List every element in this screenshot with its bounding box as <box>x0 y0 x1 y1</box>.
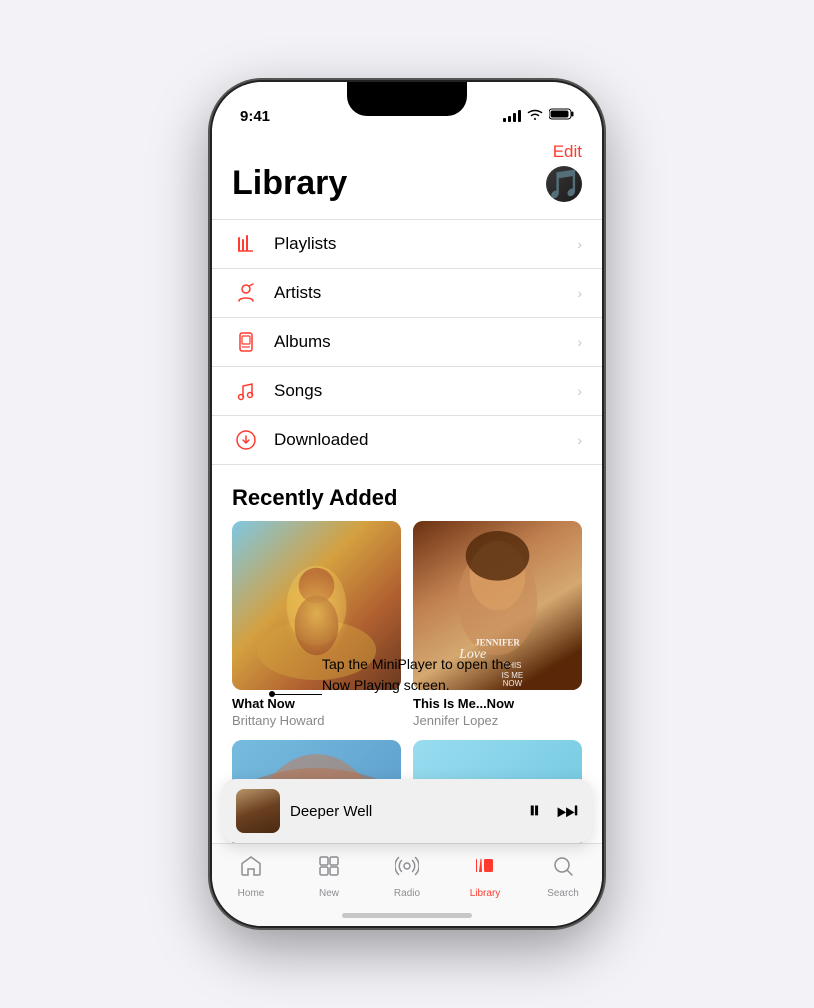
home-tab-label: Home <box>238 888 265 899</box>
album-artist-what-now: Brittany Howard <box>232 713 401 728</box>
edit-button[interactable]: Edit <box>553 142 582 162</box>
mini-player-art <box>236 789 280 833</box>
search-tab-label: Search <box>547 888 579 899</box>
playlists-icon <box>232 233 260 255</box>
radio-tab-icon <box>395 854 419 884</box>
mini-player-title: Deeper Well <box>290 803 528 820</box>
album-card-what-now[interactable]: What Now Brittany Howard <box>232 521 401 728</box>
notch <box>347 82 467 116</box>
library-item-albums[interactable]: Albums › <box>212 318 602 367</box>
library-tab-icon <box>473 854 497 884</box>
page-title: Library <box>232 164 347 203</box>
albums-icon <box>232 331 260 353</box>
new-tab-label: New <box>319 888 339 899</box>
artists-label: Artists <box>274 283 577 303</box>
svg-text:JENNIFER: JENNIFER <box>475 637 520 647</box>
avatar[interactable]: 🎵 <box>546 166 582 202</box>
home-indicator <box>342 913 472 918</box>
pause-button[interactable]: ⏸ <box>528 797 540 825</box>
artists-chevron: › <box>577 285 582 301</box>
songs-icon <box>232 380 260 402</box>
album-name-what-now: What Now <box>232 696 401 713</box>
songs-label: Songs <box>274 381 577 401</box>
albums-chevron: › <box>577 334 582 350</box>
tab-library[interactable]: Library <box>446 854 524 899</box>
battery-icon <box>549 107 574 125</box>
tab-search[interactable]: Search <box>524 854 602 899</box>
library-header: Edit Library 🎵 <box>212 142 602 203</box>
status-icons <box>503 107 574 125</box>
album-artist-this-is-me: Jennifer Lopez <box>413 713 582 728</box>
status-bar: 9:41 <box>212 82 602 136</box>
library-item-playlists[interactable]: Playlists › <box>212 220 602 269</box>
mini-player-controls: ⏸ ⏭ <box>528 797 578 825</box>
content-area: Edit Library 🎵 <box>212 136 602 843</box>
home-tab-icon <box>239 854 263 884</box>
forward-button[interactable]: ⏭ <box>556 797 578 825</box>
library-list: Playlists › Artists › <box>212 219 602 465</box>
downloaded-label: Downloaded <box>274 430 577 450</box>
tab-new[interactable]: New <box>290 854 368 899</box>
artists-icon <box>232 282 260 304</box>
search-tab-icon <box>551 854 575 884</box>
playlists-chevron: › <box>577 236 582 252</box>
tab-radio[interactable]: Radio <box>368 854 446 899</box>
wifi-icon <box>527 107 543 125</box>
songs-chevron: › <box>577 383 582 399</box>
library-item-songs[interactable]: Songs › <box>212 367 602 416</box>
playlists-label: Playlists <box>274 234 577 254</box>
downloaded-icon <box>232 429 260 451</box>
album-name-this-is-me: This Is Me...Now <box>413 696 582 713</box>
annotation-text: Tap the MiniPlayer to open the Now Playi… <box>322 654 542 696</box>
mini-player[interactable]: Deeper Well ⏸ ⏭ <box>222 779 592 843</box>
radio-tab-label: Radio <box>394 888 420 899</box>
album-card-this-is-me[interactable]: JENNIFER Love THIS IS ME NOW This Is Me.… <box>413 521 582 728</box>
recently-added-header: Recently Added <box>212 465 602 521</box>
library-tab-label: Library <box>470 888 501 899</box>
new-tab-icon <box>317 854 341 884</box>
status-time: 9:41 <box>240 108 270 125</box>
tab-home[interactable]: Home <box>212 854 290 899</box>
downloaded-chevron: › <box>577 432 582 448</box>
signal-icon <box>503 110 521 122</box>
library-item-downloaded[interactable]: Downloaded › <box>212 416 602 465</box>
annotation: Tap the MiniPlayer to open the Now Playi… <box>322 654 542 696</box>
albums-label: Albums <box>274 332 577 352</box>
library-item-artists[interactable]: Artists › <box>212 269 602 318</box>
